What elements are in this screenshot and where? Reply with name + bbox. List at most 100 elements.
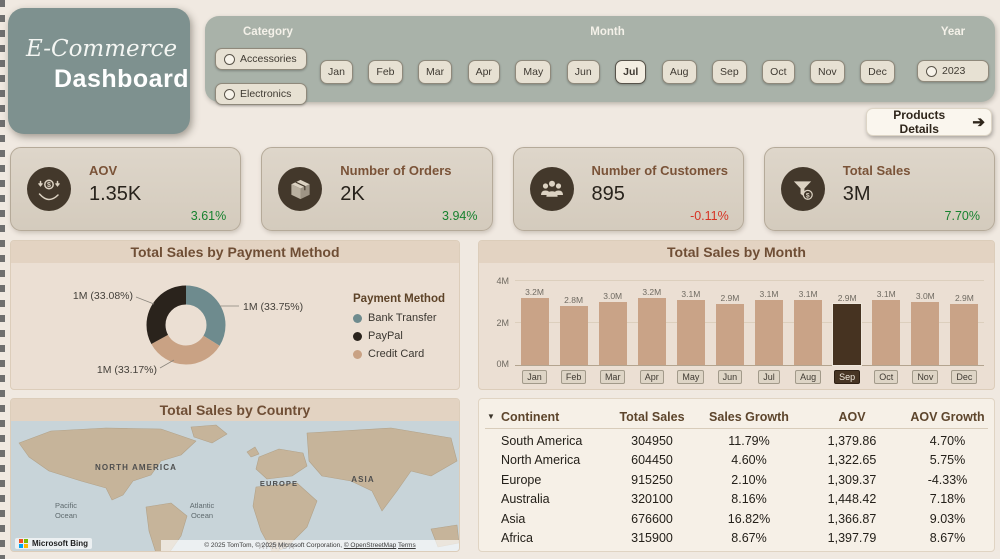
- month-option-nov[interactable]: Nov: [809, 60, 845, 84]
- category-options: Accessories Electronics: [215, 48, 315, 118]
- left-edge-decoration: [0, 0, 5, 559]
- legend-color-dot: [353, 349, 362, 359]
- cell-aov-growth: -4.33%: [927, 472, 968, 487]
- bing-label: Microsoft Bing: [32, 539, 88, 548]
- bar-value-label: 2.9M: [720, 293, 740, 304]
- y-axis-label-0m: 0M: [496, 359, 509, 369]
- bar-sep[interactable]: [833, 304, 862, 365]
- bar-jun[interactable]: [715, 304, 744, 365]
- tick-column: Jul: [749, 370, 788, 384]
- table-row-europe[interactable]: Europe 915250 2.10% 1,309.37 -4.33%: [485, 470, 988, 490]
- bar-mar[interactable]: [598, 302, 627, 365]
- column-header-aov[interactable]: AOV: [797, 410, 907, 424]
- column-header-sales-growth[interactable]: Sales Growth: [701, 410, 797, 424]
- dashboard-title-line1: E-Commerce: [26, 36, 178, 62]
- bing-attribution: Microsoft Bing: [15, 538, 92, 549]
- radio-icon: [224, 88, 235, 100]
- cell-continent: Africa: [501, 531, 533, 546]
- bar-column-may: 3.1M: [671, 289, 710, 365]
- bar-jan[interactable]: [520, 297, 549, 365]
- donut-label-bank-transfer: 1M (33.75%): [243, 301, 303, 313]
- bar-column-sep: 2.9M: [828, 293, 867, 365]
- bar-column-jul: 3.1M: [749, 289, 788, 365]
- map-label-pacific-1: Pacific: [55, 501, 77, 510]
- category-option-electronics[interactable]: Electronics: [215, 83, 307, 105]
- month-option-dec[interactable]: Dec: [860, 60, 895, 84]
- map-copyright: © 2025 TomTom, © 2025 Microsoft Corporat…: [161, 540, 459, 551]
- x-tick-aug: Aug: [795, 370, 822, 384]
- x-tick-dec: Dec: [951, 370, 978, 384]
- world-map-canvas: NORTH AMERICA EUROPE ASIA AFRICA Pacific…: [11, 421, 459, 551]
- legend-item-label: Credit Card: [368, 348, 425, 360]
- table-row-north-america[interactable]: North America 604450 4.60% 1,322.65 5.75%: [485, 451, 988, 471]
- month-option-apr[interactable]: Apr: [467, 60, 500, 84]
- bar-column-dec: 2.9M: [945, 293, 984, 365]
- year-option-2023[interactable]: 2023: [917, 60, 989, 82]
- table-row-asia[interactable]: Asia 676600 16.82% 1,366.87 9.03%: [485, 509, 988, 529]
- bar-may[interactable]: [676, 299, 705, 365]
- column-header-continent[interactable]: Continent: [501, 410, 603, 424]
- month-option-may[interactable]: May: [515, 60, 552, 84]
- bar-feb[interactable]: [559, 306, 588, 365]
- world-map[interactable]: NORTH AMERICA EUROPE ASIA AFRICA Pacific…: [11, 421, 459, 551]
- table-dropdown-icon[interactable]: ▼: [485, 412, 501, 421]
- bar-nov[interactable]: [911, 302, 940, 365]
- bar-oct[interactable]: [872, 299, 901, 365]
- bar-apr[interactable]: [637, 297, 666, 365]
- y-axis-label-2m: 2M: [496, 318, 509, 328]
- map-label-atlantic-1: Atlantic: [190, 501, 215, 510]
- bar-aug[interactable]: [794, 299, 823, 365]
- legend-color-dot: [353, 313, 362, 323]
- table-row-south-america[interactable]: South America 304950 11.79% 1,379.86 4.70%: [485, 431, 988, 451]
- cell-aov-growth: 5.75%: [929, 453, 966, 468]
- bar-column-jan: 3.2M: [515, 287, 554, 365]
- legend-item-paypal[interactable]: PayPal: [353, 330, 445, 342]
- legend-item-bank-transfer[interactable]: Bank Transfer: [353, 312, 445, 324]
- month-filter-label: Month: [590, 26, 625, 38]
- tick-column: Sep: [828, 370, 867, 384]
- cell-aov: 1,448.42: [827, 492, 877, 507]
- products-details-button[interactable]: Products Details ➔: [866, 108, 992, 136]
- openstreetmap-link[interactable]: © OpenStreetMap: [344, 542, 396, 549]
- x-axis-ticks: Jan Feb Mar Apr May Jun Jul Aug Sep Oct Nov Dec: [515, 370, 984, 384]
- map-label-atlantic-2: Ocean: [191, 511, 213, 520]
- table-row-australia[interactable]: Australia 320100 8.16% 1,448.42 7.18%: [485, 490, 988, 510]
- kpi-label: Number of Customers: [591, 163, 729, 178]
- dashboard-title-card: E-Commerce Dashboard: [8, 8, 190, 134]
- month-option-jul[interactable]: Jul: [615, 60, 647, 84]
- kpi-card-total-sales: $ Total Sales 3M 7.70%: [763, 147, 995, 231]
- legend-item-credit-card[interactable]: Credit Card: [353, 348, 445, 360]
- legend-color-dot: [353, 331, 362, 341]
- month-option-mar[interactable]: Mar: [418, 60, 453, 84]
- cell-aov: 1,366.87: [827, 511, 877, 526]
- cell-sales-growth: 8.67%: [731, 531, 767, 546]
- month-option-jan[interactable]: Jan: [320, 60, 353, 84]
- table-row-africa[interactable]: Africa 315900 8.67% 1,397.79 8.67%: [485, 529, 988, 549]
- month-panel-title: Total Sales by Month: [479, 241, 994, 263]
- cell-sales-growth: 4.60%: [731, 453, 767, 468]
- category-option-accessories[interactable]: Accessories: [215, 48, 307, 70]
- bar-dec[interactable]: [950, 304, 979, 365]
- copyright-text: © 2025 TomTom, © 2025 Microsoft Corporat…: [204, 542, 342, 549]
- month-option-sep[interactable]: Sep: [711, 60, 747, 84]
- tick-column: Jan: [515, 370, 554, 384]
- x-tick-jan: Jan: [522, 370, 547, 384]
- bar-jul[interactable]: [755, 299, 783, 365]
- x-tick-nov: Nov: [912, 370, 939, 384]
- month-option-jun[interactable]: Jun: [566, 60, 600, 84]
- category-option-label: Accessories: [240, 53, 297, 65]
- terms-link[interactable]: Terms: [398, 542, 416, 549]
- column-header-total-sales[interactable]: Total Sales: [603, 410, 701, 424]
- donut-label-credit-card: 1M (33.17%): [97, 364, 157, 376]
- month-option-feb[interactable]: Feb: [368, 60, 403, 84]
- month-option-oct[interactable]: Oct: [762, 60, 795, 84]
- sales-by-month-panel: Total Sales by Month 3.2M 2.8M 3.0M 3.2M 3.1…: [478, 240, 995, 390]
- bar-column-jun: 2.9M: [710, 293, 749, 365]
- column-header-aov-growth[interactable]: AOV Growth: [907, 410, 988, 424]
- donut-label-paypal: 1M (33.08%): [73, 290, 133, 302]
- month-option-aug[interactable]: Aug: [661, 60, 697, 84]
- payment-legend-title: Payment Method: [353, 293, 446, 305]
- bar-plot-area: 3.2M 2.8M 3.0M 3.2M 3.1M 2.9M 3.1M 3.1M 2.9M 3.1M…: [515, 269, 984, 366]
- bar-column-apr: 3.2M: [632, 287, 671, 365]
- bar-value-label: 3.1M: [681, 288, 701, 299]
